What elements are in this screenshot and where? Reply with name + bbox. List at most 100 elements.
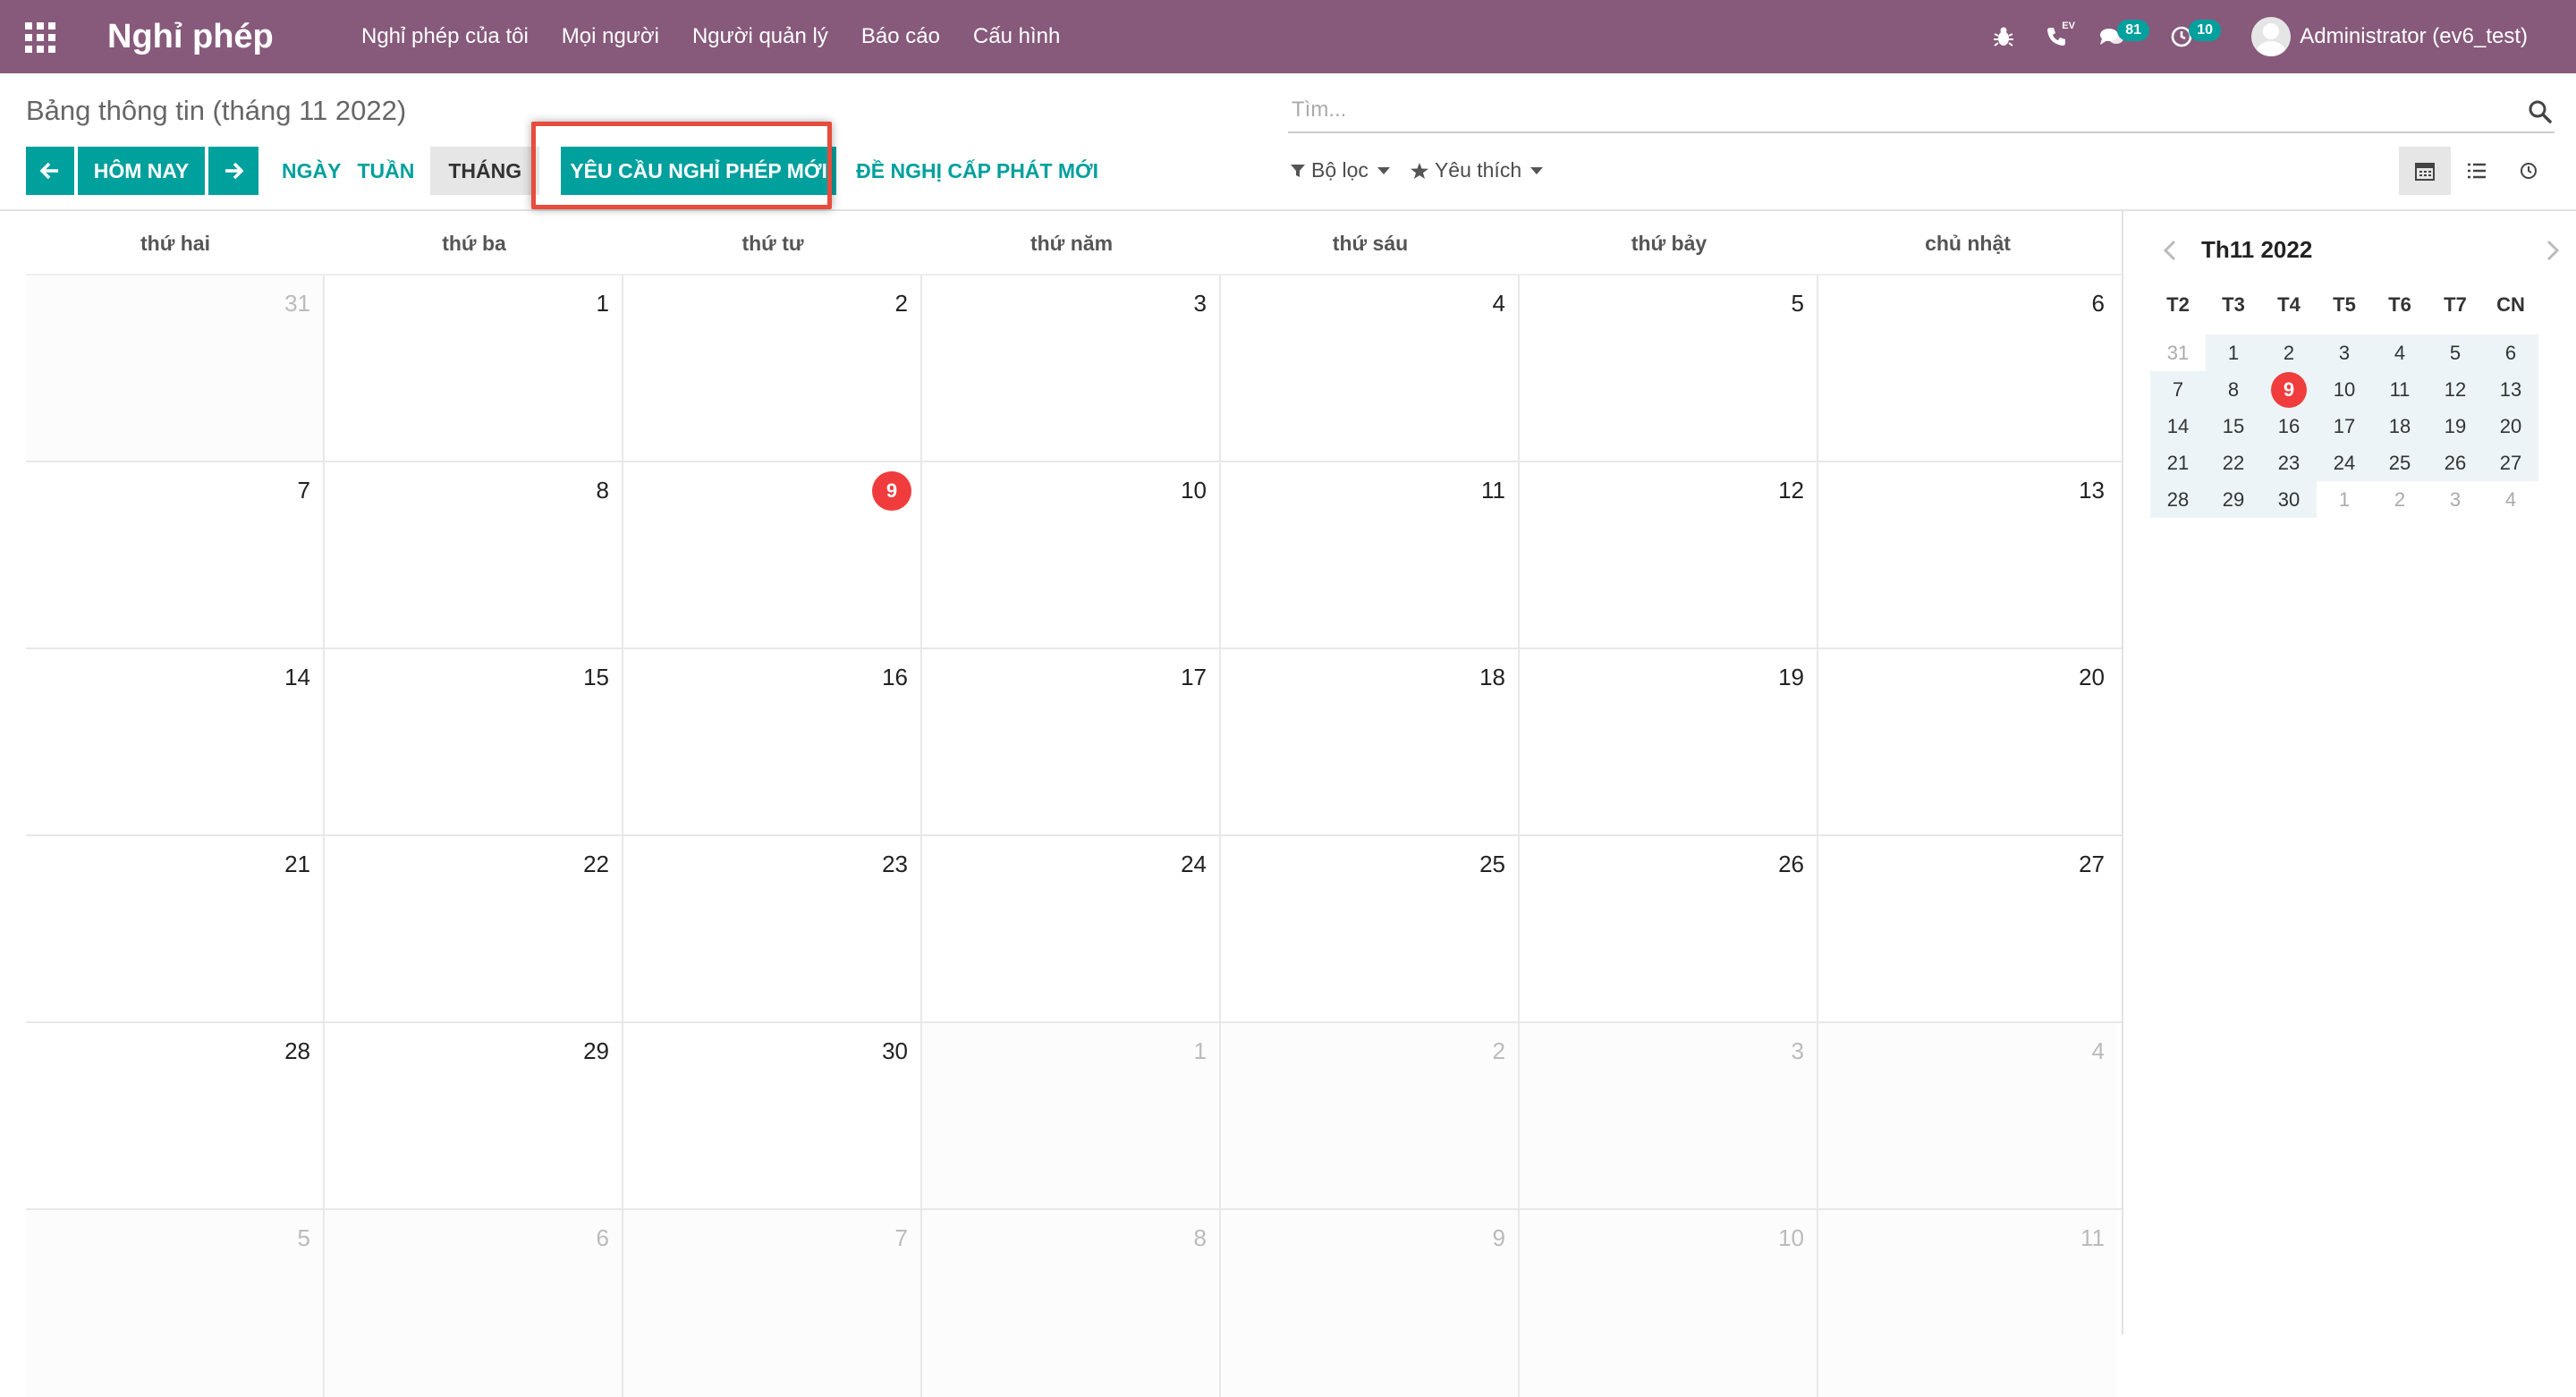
mini-day-cell[interactable]: 6 <box>2483 334 2538 371</box>
mini-day-cell[interactable]: 4 <box>2372 334 2428 371</box>
calendar-day-cell[interactable]: 10 <box>922 462 1221 648</box>
calendar-day-cell[interactable]: 6 <box>1818 275 2117 461</box>
calendar-day-cell[interactable]: 25 <box>1221 836 1520 1021</box>
calendar-day-cell[interactable]: 3 <box>922 275 1221 461</box>
mini-next-month-icon[interactable] <box>2546 240 2560 266</box>
list-view-button[interactable] <box>2451 147 2503 195</box>
calendar-day-cell[interactable]: 15 <box>325 649 623 834</box>
mini-day-cell[interactable]: 31 <box>2150 334 2206 371</box>
mini-day-cell[interactable]: 2 <box>2261 334 2317 371</box>
mini-day-cell[interactable]: 7 <box>2150 371 2206 408</box>
activities-clock-icon[interactable]: 10 <box>2171 20 2222 47</box>
calendar-day-cell[interactable]: 6 <box>325 1210 623 1397</box>
mini-day-cell[interactable]: 26 <box>2428 444 2483 481</box>
mini-day-cell[interactable]: 13 <box>2483 371 2538 408</box>
mini-day-cell[interactable]: 29 <box>2206 481 2261 518</box>
calendar-day-cell[interactable]: 29 <box>325 1023 623 1208</box>
calendar-day-cell[interactable]: 17 <box>922 649 1221 834</box>
calendar-day-cell[interactable]: 19 <box>1520 649 1818 834</box>
debug-bug-icon[interactable] <box>1994 26 2014 47</box>
favorites-dropdown[interactable]: Yêu thích <box>1410 158 1544 182</box>
mini-day-cell[interactable]: 27 <box>2483 444 2538 481</box>
calendar-day-cell[interactable]: 1 <box>922 1023 1221 1208</box>
calendar-day-cell[interactable]: 11 <box>1818 1210 2117 1397</box>
calendar-day-cell[interactable]: 12 <box>1520 462 1818 648</box>
mini-day-cell[interactable]: 3 <box>2428 481 2483 518</box>
calendar-day-cell[interactable]: 1 <box>325 275 623 461</box>
search-input[interactable] <box>1288 90 2504 130</box>
previous-button[interactable] <box>26 147 74 195</box>
calendar-day-cell[interactable]: 16 <box>623 649 922 834</box>
calendar-day-cell[interactable]: 5 <box>26 1210 325 1397</box>
mini-day-cell[interactable]: 2 <box>2372 481 2428 518</box>
calendar-day-cell[interactable]: 4 <box>1818 1023 2117 1208</box>
mini-day-cell[interactable]: 22 <box>2206 444 2261 481</box>
phone-icon[interactable]: EV <box>2046 21 2075 47</box>
menu-my-time-off[interactable]: Nghỉ phép của tôi <box>361 23 529 50</box>
scale-month-button[interactable]: THÁNG <box>430 147 540 195</box>
app-title[interactable]: Nghỉ phép <box>107 14 274 59</box>
calendar-day-cell[interactable]: 28 <box>26 1023 325 1208</box>
mini-prev-month-icon[interactable] <box>2163 240 2177 266</box>
mini-day-cell[interactable]: 25 <box>2372 444 2428 481</box>
mini-day-cell[interactable]: 24 <box>2317 444 2372 481</box>
calendar-day-cell[interactable]: 2 <box>623 275 922 461</box>
calendar-day-cell[interactable]: 18 <box>1221 649 1520 834</box>
mini-day-cell[interactable]: 28 <box>2150 481 2206 518</box>
calendar-day-cell[interactable]: 27 <box>1818 836 2117 1021</box>
new-time-off-request-button[interactable]: YÊU CẦU NGHỈ PHÉP MỚI <box>561 147 837 195</box>
scale-day-button[interactable]: NGÀY <box>266 147 357 195</box>
new-allocation-request-button[interactable]: ĐỀ NGHỊ CẤP PHÁT MỚI <box>840 147 1114 195</box>
mini-day-cell[interactable]: 15 <box>2206 408 2261 444</box>
calendar-day-cell[interactable]: 23 <box>623 836 922 1021</box>
mini-day-cell[interactable]: 21 <box>2150 444 2206 481</box>
calendar-day-cell[interactable]: 11 <box>1221 462 1520 648</box>
search-icon[interactable] <box>2528 99 2553 129</box>
mini-day-cell[interactable]: 17 <box>2317 408 2372 444</box>
mini-day-cell[interactable]: 1 <box>2206 334 2261 371</box>
mini-day-cell[interactable]: 20 <box>2483 408 2538 444</box>
menu-everyone[interactable]: Mọi người <box>562 23 659 50</box>
calendar-day-cell[interactable]: 10 <box>1520 1210 1818 1397</box>
calendar-day-cell[interactable]: 9 <box>1221 1210 1520 1397</box>
calendar-day-cell[interactable]: 30 <box>623 1023 922 1208</box>
mini-today-cell[interactable]: 9 <box>2261 371 2317 408</box>
calendar-day-cell[interactable]: 4 <box>1221 275 1520 461</box>
calendar-day-cell[interactable]: 24 <box>922 836 1221 1021</box>
today-button[interactable]: HÔM NAY <box>78 147 205 195</box>
mini-day-cell[interactable]: 10 <box>2317 371 2372 408</box>
calendar-day-cell[interactable]: 13 <box>1818 462 2117 648</box>
mini-day-cell[interactable]: 12 <box>2428 371 2483 408</box>
mini-day-cell[interactable]: 30 <box>2261 481 2317 518</box>
next-button[interactable] <box>208 147 258 195</box>
user-menu[interactable]: Administrator (ev6_test) <box>2251 17 2528 56</box>
mini-day-cell[interactable]: 19 <box>2428 408 2483 444</box>
mini-day-cell[interactable]: 3 <box>2317 334 2372 371</box>
mini-day-cell[interactable]: 18 <box>2372 408 2428 444</box>
mini-day-cell[interactable]: 14 <box>2150 408 2206 444</box>
menu-managers[interactable]: Người quản lý <box>692 23 828 50</box>
calendar-day-cell[interactable]: 22 <box>325 836 623 1021</box>
calendar-day-cell[interactable]: 20 <box>1818 649 2117 834</box>
filters-dropdown[interactable]: Bộ lọc <box>1290 158 1390 182</box>
mini-day-cell[interactable]: 16 <box>2261 408 2317 444</box>
activity-view-button[interactable] <box>2503 147 2555 195</box>
calendar-day-cell[interactable]: 21 <box>26 836 325 1021</box>
mini-day-cell[interactable]: 23 <box>2261 444 2317 481</box>
calendar-day-cell[interactable]: 26 <box>1520 836 1818 1021</box>
mini-day-cell[interactable]: 5 <box>2428 334 2483 371</box>
menu-reports[interactable]: Báo cáo <box>861 23 940 50</box>
calendar-day-cell[interactable]: 31 <box>26 275 325 461</box>
calendar-day-cell[interactable]: 8 <box>325 462 623 648</box>
calendar-day-cell[interactable]: 7 <box>26 462 325 648</box>
scale-week-button[interactable]: TUẦN <box>357 147 430 195</box>
calendar-day-cell[interactable]: 9 <box>623 462 922 648</box>
calendar-day-cell[interactable]: 3 <box>1520 1023 1818 1208</box>
menu-configuration[interactable]: Cấu hình <box>973 23 1060 50</box>
messages-icon[interactable]: 81 <box>2099 20 2150 47</box>
mini-day-cell[interactable]: 11 <box>2372 371 2428 408</box>
calendar-view-button[interactable] <box>2399 147 2451 195</box>
calendar-day-cell[interactable]: 14 <box>26 649 325 834</box>
calendar-day-cell[interactable]: 5 <box>1520 275 1818 461</box>
apps-menu-icon[interactable] <box>25 22 55 53</box>
